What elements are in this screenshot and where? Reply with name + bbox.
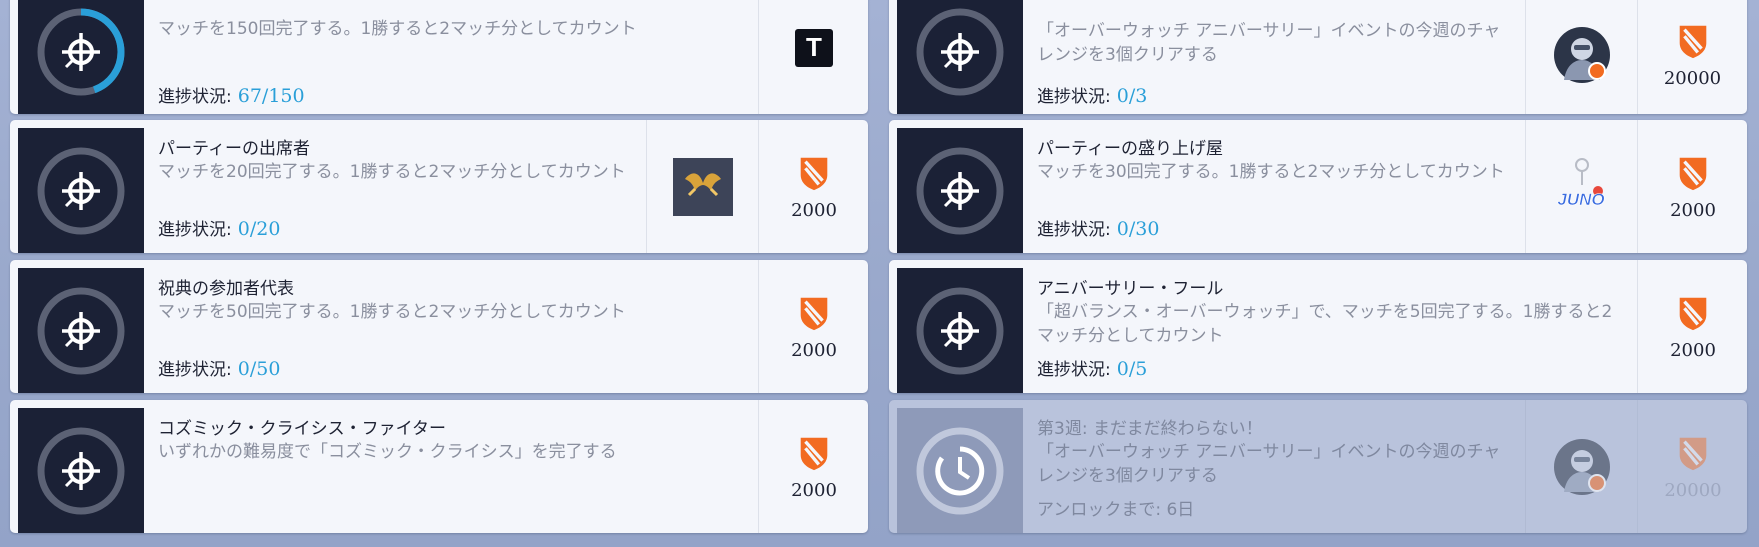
reward-amount: 2000 — [1670, 340, 1716, 361]
reward-column: 2000 — [758, 260, 868, 393]
item-reward-column — [1525, 0, 1637, 114]
challenge-description: マッチを50回完了する。1勝すると2マッチ分としてカウント — [158, 302, 626, 322]
challenge-card[interactable]: アニバーサリー・フール 「超バランス・オーバーウォッチ」で、マッチを5回完了する… — [889, 260, 1747, 393]
challenge-title: 祝典の参加者代表 — [158, 279, 294, 299]
crosshair-icon — [35, 285, 127, 377]
progress-text: 進捗状況: 0/3 — [1037, 85, 1148, 107]
challenge-description: 「超バランス・オーバーウォッチ」で、マッチを5回完了する。1勝すると2マッチ分と… — [1037, 302, 1613, 346]
item-reward-column: JUNO — [1525, 120, 1638, 253]
challenge-card[interactable]: マッチを150回完了する。1勝すると2マッチ分としてカウント 進捗状況: 67/1… — [10, 0, 868, 114]
overwatch-coin-icon — [1674, 20, 1712, 62]
reward-column: 20000 — [1637, 0, 1747, 114]
crosshair-icon — [37, 8, 125, 95]
progress-text: 進捗状況: 0/5 — [1037, 358, 1148, 380]
crosshair-icon — [35, 145, 127, 237]
overwatch-coin-icon — [795, 152, 833, 194]
item-reward-column — [1525, 400, 1638, 533]
progress-text: 進捗状況: 0/20 — [158, 218, 281, 240]
challenge-card[interactable]: パーティーの盛り上げ屋 マッチを30回完了する。1勝すると2マッチ分としてカウン… — [889, 120, 1747, 253]
challenge-icon-box — [897, 0, 1023, 114]
overwatch-coin-icon — [1674, 432, 1712, 474]
unlock-countdown: アンロックまで: 6日 — [1037, 500, 1195, 520]
reward-amount: 20000 — [1663, 68, 1722, 89]
challenge-title: パーティーの出席者 — [158, 139, 310, 159]
challenge-title: コズミック・クライシス・ファイター — [158, 419, 446, 439]
challenge-card[interactable]: 祝典の参加者代表 マッチを50回完了する。1勝すると2マッチ分としてカウント 進… — [10, 260, 868, 393]
overwatch-coin-icon — [795, 292, 833, 334]
overwatch-coin-icon — [1674, 152, 1712, 194]
challenge-description: 「オーバーウォッチ アニバーサリー」イベントの今週のチャレンジを3個クリアする — [1037, 21, 1501, 65]
challenge-icon-box — [18, 0, 144, 114]
challenge-description: 「オーバーウォッチ アニバーサリー」イベントの今週のチャレンジを3個クリアする — [1037, 442, 1501, 486]
reward-column: 2000 — [758, 400, 868, 533]
crosshair-icon — [35, 425, 127, 517]
challenge-icon-box — [897, 408, 1023, 533]
challenge-card[interactable]: コズミック・クライシス・ファイター いずれかの難易度で「コズミック・クライシス」… — [10, 400, 868, 533]
challenge-title: アニバーサリー・フール — [1037, 279, 1224, 299]
item-reward-column — [646, 120, 759, 253]
hero-avatar-icon — [1552, 25, 1612, 85]
challenge-description: いずれかの難易度で「コズミック・クライシス」を完了する — [158, 442, 617, 462]
challenge-icon-box — [18, 268, 144, 393]
challenge-title: 第3週: まだまだ終わらない！ — [1037, 419, 1263, 439]
crosshair-icon — [914, 6, 1006, 98]
challenge-description: マッチを150回完了する。1勝すると2マッチ分としてカウント — [158, 19, 637, 39]
hero-avatar-icon — [1552, 437, 1612, 497]
reward-amount: 2000 — [791, 480, 837, 501]
juno-charm-icon: JUNO — [1557, 157, 1605, 209]
progress-text: 進捗状況: 0/50 — [158, 358, 281, 380]
overwatch-coin-icon — [1674, 292, 1712, 334]
overwatch-coin-icon — [795, 432, 833, 474]
crosshair-icon — [914, 145, 1006, 237]
challenge-icon-box — [897, 268, 1023, 393]
reward-amount: 2000 — [1670, 200, 1716, 221]
reward-column: 2000 — [758, 120, 868, 253]
reward-amount: 2000 — [791, 340, 837, 361]
reward-amount: 2000 — [791, 200, 837, 221]
title-t-icon: T — [795, 28, 833, 67]
challenge-card[interactable]: パーティーの出席者 マッチを20回完了する。1勝すると2マッチ分としてカウント … — [10, 120, 868, 253]
challenge-icon-box — [18, 408, 144, 533]
challenge-card[interactable]: 「オーバーウォッチ アニバーサリー」イベントの今週のチャレンジを3個クリアする … — [889, 0, 1747, 114]
golden-emblem-icon — [673, 157, 733, 216]
locked-challenge-card[interactable]: 第3週: まだまだ終わらない！ 「オーバーウォッチ アニバーサリー」イベントの今… — [889, 400, 1747, 533]
reward-amount: 20000 — [1664, 480, 1722, 501]
progress-text: 進捗状況: 0/30 — [1037, 218, 1160, 240]
reward-column: 2000 — [1637, 120, 1747, 253]
challenge-description: マッチを30回完了する。1勝すると2マッチ分としてカウント — [1037, 162, 1505, 182]
challenge-icon-box — [897, 128, 1023, 253]
timer-icon — [914, 425, 1006, 517]
challenge-title: パーティーの盛り上げ屋 — [1037, 139, 1223, 159]
progress-text: 進捗状況: 67/150 — [158, 85, 305, 107]
challenge-icon-box — [18, 128, 144, 253]
svg-text:JUNO: JUNO — [1557, 190, 1604, 209]
crosshair-icon — [914, 285, 1006, 377]
reward-column: 20000 — [1637, 400, 1747, 533]
reward-column: 2000 — [1637, 260, 1747, 393]
challenge-description: マッチを20回完了する。1勝すると2マッチ分としてカウント — [158, 162, 626, 182]
reward-column: T — [758, 0, 868, 114]
